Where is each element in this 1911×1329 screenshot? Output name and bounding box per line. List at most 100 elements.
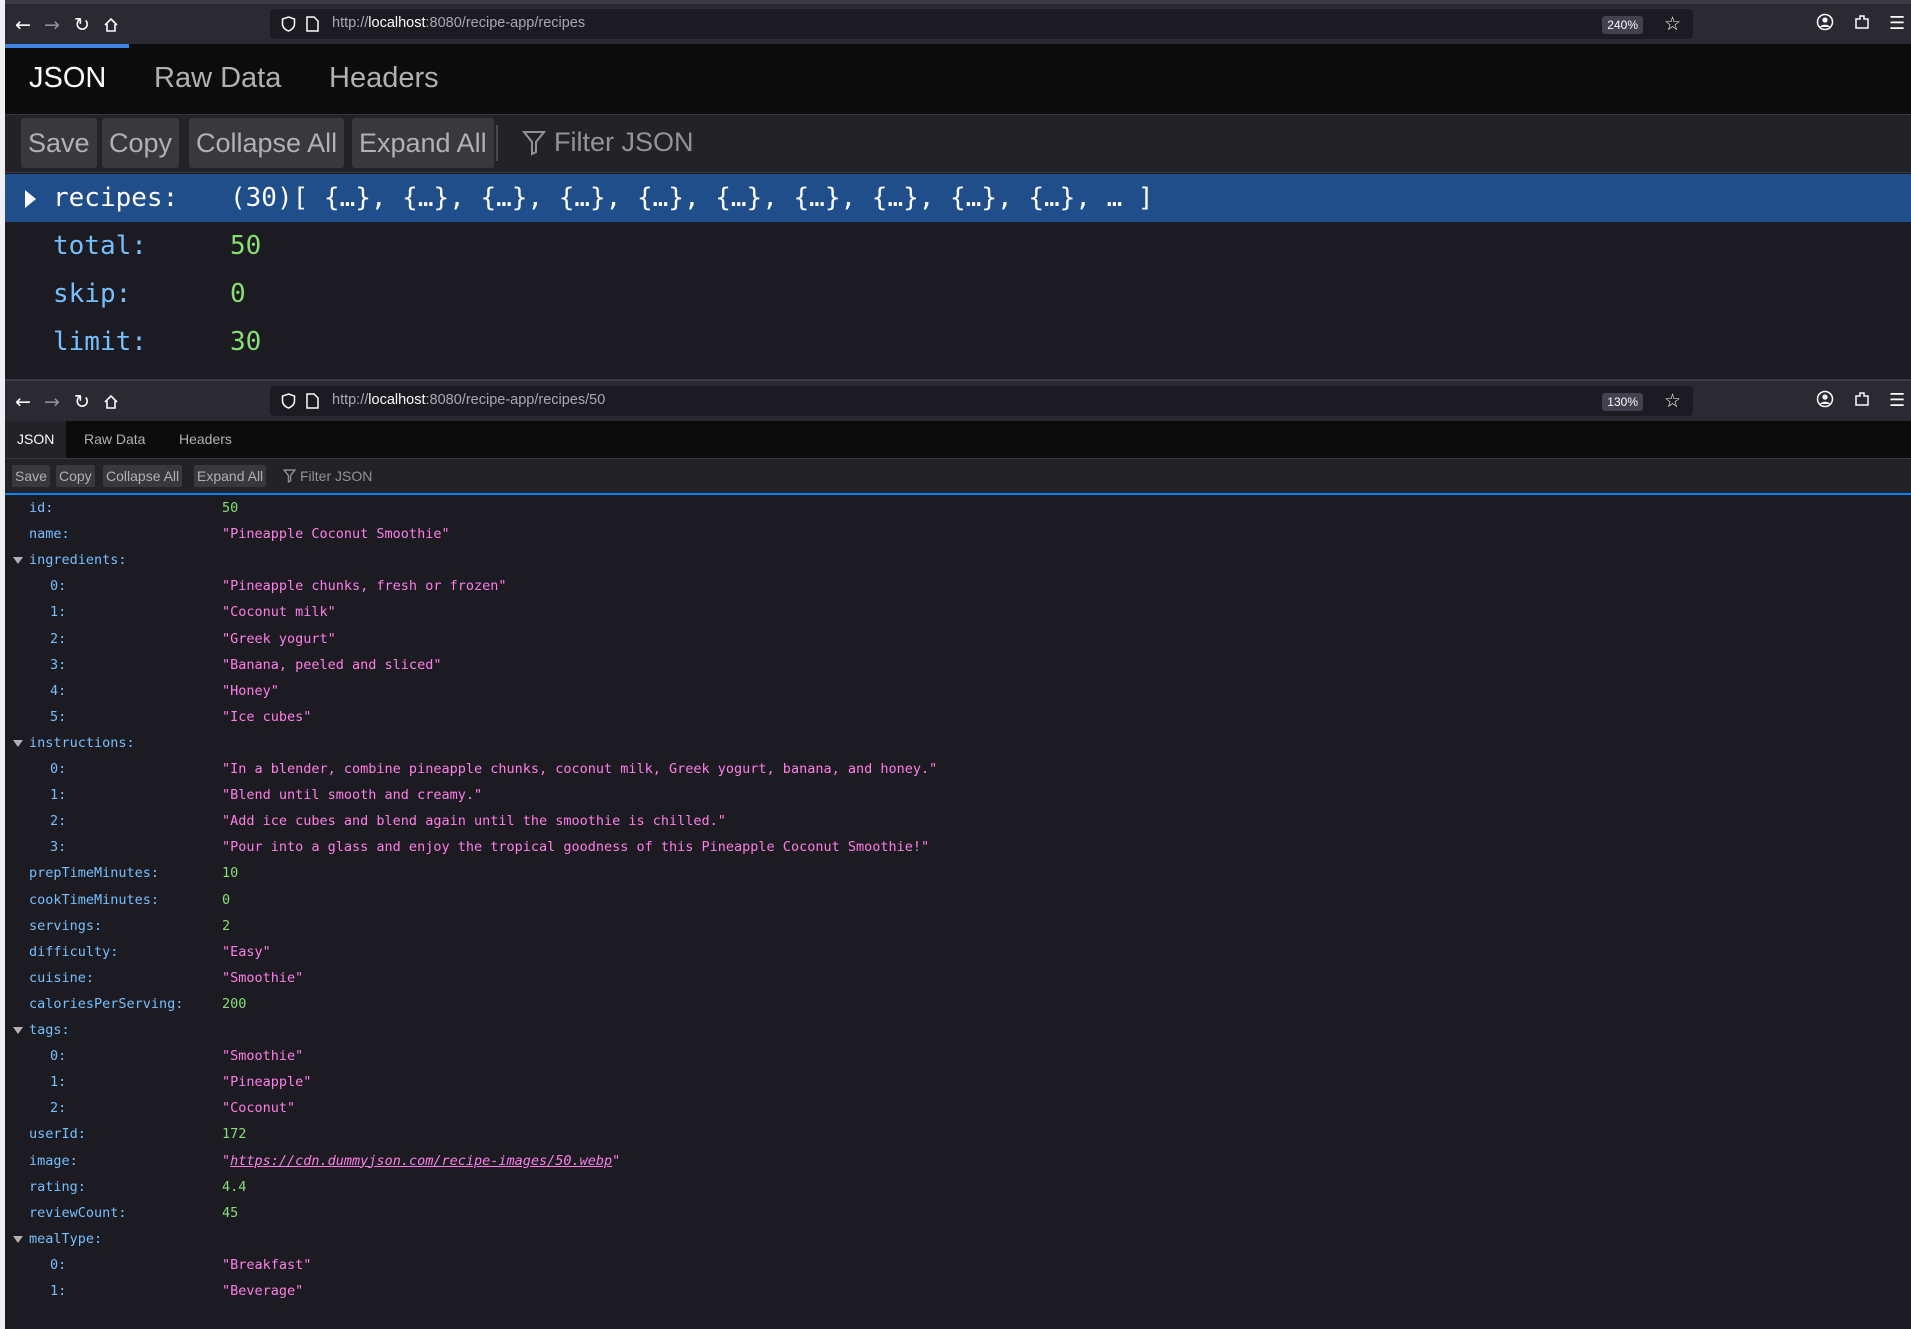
json-key: caloriesPerServing: [29,995,184,1012]
json-row[interactable]: 1: "Blend until smooth and creamy." [5,782,1911,808]
json-value: "Honey" [222,682,279,699]
filter-icon [522,130,546,156]
star-icon[interactable]: ☆ [1664,13,1681,35]
forward-icon[interactable]: → [41,14,63,36]
json-row[interactable]: 5: "Ice cubes" [5,704,1911,730]
url-text[interactable]: http://localhost:8080/recipe-app/recipes… [332,392,605,408]
collapse-arrow-icon[interactable] [13,557,23,565]
json-row[interactable]: id: 50 [5,495,1911,521]
navigation-toolbar: ← → ↻ http://localhost:8080/recipe-app/r… [0,381,1911,421]
json-value: "Blend until smooth and creamy." [222,787,483,804]
json-row[interactable]: 2: "Coconut" [5,1095,1911,1121]
json-row[interactable]: 1: "Pineapple" [5,1069,1911,1095]
menu-icon[interactable]: ☰ [1889,13,1905,34]
save-button[interactable]: Save [21,118,97,168]
image-link[interactable]: https://cdn.dummyjson.com/recipe-images/… [230,1153,612,1169]
tab-headers[interactable]: Headers [329,44,439,114]
json-row[interactable]: 3: "Banana, peeled and sliced" [5,652,1911,678]
forward-icon[interactable]: → [41,391,63,413]
json-row[interactable]: instructions: [5,730,1911,756]
json-value: "In a blender, combine pineapple chunks,… [222,761,938,777]
expand-all-button[interactable]: Expand All [194,465,267,487]
json-toolbar: Save Copy Collapse All Expand All Filter… [5,459,1911,495]
json-row[interactable]: cookTimeMinutes: 0 [5,887,1911,913]
collapse-all-button[interactable]: Collapse All [103,465,183,487]
account-icon[interactable] [1816,390,1834,413]
json-row[interactable]: cuisine: "Smoothie" [5,965,1911,991]
json-key: 0: [50,1048,67,1065]
json-row[interactable]: servings: 2 [5,913,1911,939]
expand-arrow-icon[interactable] [25,190,36,208]
copy-button[interactable]: Copy [102,118,180,168]
json-row[interactable]: recipes: (30)[ {…}, {…}, {…}, {…}, {…}, {… [5,174,1911,222]
json-row[interactable]: 3: "Pour into a glass and enjoy the tropi… [5,834,1911,860]
json-row[interactable]: mealType: [5,1226,1911,1252]
url-bar[interactable]: http://localhost:8080/recipe-app/recipes… [270,9,1693,39]
tab-raw-data[interactable]: Raw Data [84,421,145,458]
json-row[interactable]: 0: "In a blender, combine pineapple chunk… [5,756,1911,782]
tab-raw-data[interactable]: Raw Data [154,44,281,114]
shield-icon[interactable] [281,16,296,36]
json-row[interactable]: limit: 30 [5,318,1911,366]
reload-icon[interactable]: ↻ [71,391,93,413]
home-icon[interactable] [100,391,122,413]
page-icon[interactable] [306,16,319,36]
collapse-arrow-icon[interactable] [13,739,23,747]
json-row[interactable]: 2: "Greek yogurt" [5,626,1911,652]
filter-icon [283,469,296,483]
json-row[interactable]: userId: 172 [5,1121,1911,1147]
home-icon[interactable] [100,14,122,36]
back-icon[interactable]: ← [12,391,34,413]
json-row[interactable]: total: 50 [5,222,1911,270]
copy-button[interactable]: Copy [56,465,95,487]
json-row[interactable]: 2: "Add ice cubes and blend again until t… [5,808,1911,834]
account-icon[interactable] [1816,13,1834,36]
collapse-arrow-icon[interactable] [13,1027,23,1034]
json-row[interactable]: 0: "Smoothie" [5,1043,1911,1069]
json-row[interactable]: 0: "Pineapple chunks, fresh or frozen" [5,573,1911,599]
expand-all-button[interactable]: Expand All [352,118,494,168]
json-row[interactable]: tags: [5,1017,1911,1043]
json-key: prepTimeMinutes: [29,865,160,882]
filter-json-input[interactable]: Filter JSON [283,465,372,487]
extensions-icon[interactable] [1853,390,1871,413]
json-row[interactable]: difficulty: "Easy" [5,939,1911,965]
collapse-arrow-icon[interactable] [13,1235,23,1243]
json-row[interactable]: rating: 4.4 [5,1174,1911,1200]
json-row[interactable]: 4: "Honey" [5,678,1911,704]
json-key: 2: [50,813,67,830]
json-row[interactable]: image: "https://cdn.dummyjson.com/recipe-… [5,1148,1911,1174]
json-row[interactable]: reviewCount: 45 [5,1200,1911,1226]
extensions-icon[interactable] [1853,13,1871,36]
save-button[interactable]: Save [12,465,50,487]
json-row[interactable]: 0: "Breakfast" [5,1252,1911,1278]
page-icon[interactable] [306,393,319,413]
tab-json[interactable]: JSON [5,421,67,458]
reload-icon[interactable]: ↻ [71,14,93,36]
json-row[interactable]: caloriesPerServing: 200 [5,991,1911,1017]
filter-placeholder: Filter JSON [554,127,694,157]
json-value: 10 [222,865,239,882]
menu-icon[interactable]: ☰ [1889,390,1905,411]
zoom-level-badge[interactable]: 130% [1602,393,1643,411]
shield-icon[interactable] [281,393,296,413]
json-value: "Smoothie" [222,1048,304,1065]
tab-headers[interactable]: Headers [179,421,232,458]
back-icon[interactable]: ← [12,14,34,36]
zoom-level-badge[interactable]: 240% [1602,16,1643,34]
json-row[interactable]: skip: 0 [5,270,1911,318]
json-row[interactable]: ingredients: [5,547,1911,573]
json-value: "Smoothie" [222,969,304,986]
json-value: 0 [222,891,231,908]
json-row[interactable]: 1: "Coconut milk" [5,599,1911,625]
json-key: 4: [50,682,67,699]
filter-json-input[interactable]: Filter JSON [522,127,694,158]
json-row[interactable]: prepTimeMinutes: 10 [5,860,1911,886]
star-icon[interactable]: ☆ [1664,390,1681,412]
json-row[interactable]: 1: "Beverage" [5,1278,1911,1304]
url-bar[interactable]: http://localhost:8080/recipe-app/recipes… [270,386,1693,416]
url-text[interactable]: http://localhost:8080/recipe-app/recipes [332,15,585,31]
json-row[interactable]: name: "Pineapple Coconut Smoothie" [5,521,1911,547]
collapse-all-button[interactable]: Collapse All [189,118,345,168]
tab-json[interactable]: JSON [29,44,106,114]
